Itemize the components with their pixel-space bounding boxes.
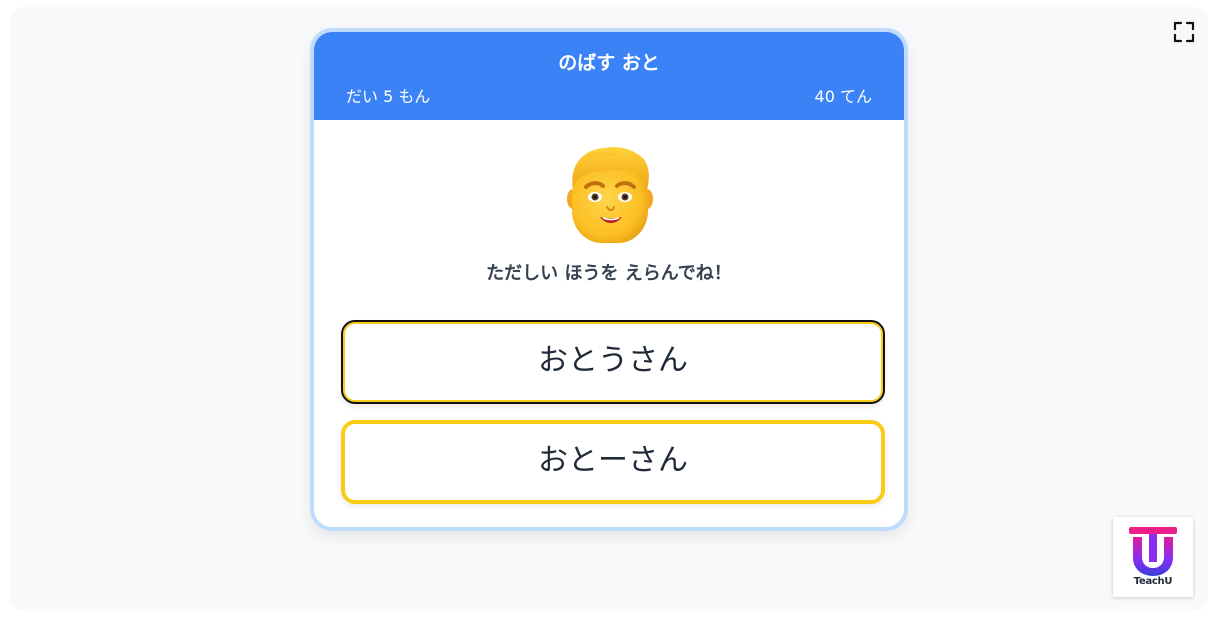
score: 40 てん (814, 87, 872, 106)
quiz-card: のばす おと だい 5 もん 40 てん ただしい ほうを えらんでね！ おとう… (310, 28, 908, 531)
choice-button-2[interactable]: おとーさん (341, 420, 885, 504)
logo-text: TeachU (1133, 576, 1173, 587)
teachu-logo[interactable]: TeachU (1113, 517, 1193, 597)
fullscreen-icon[interactable] (1172, 20, 1196, 44)
man-face-icon (567, 145, 653, 245)
instruction-text: ただしい ほうを えらんでね！ (486, 263, 732, 284)
question-number: だい 5 もん (346, 87, 431, 106)
quiz-header: のばす おと だい 5 もん 40 てん (314, 32, 904, 120)
choice-button-1[interactable]: おとうさん (341, 320, 885, 404)
quiz-title: のばす おと (558, 52, 660, 74)
